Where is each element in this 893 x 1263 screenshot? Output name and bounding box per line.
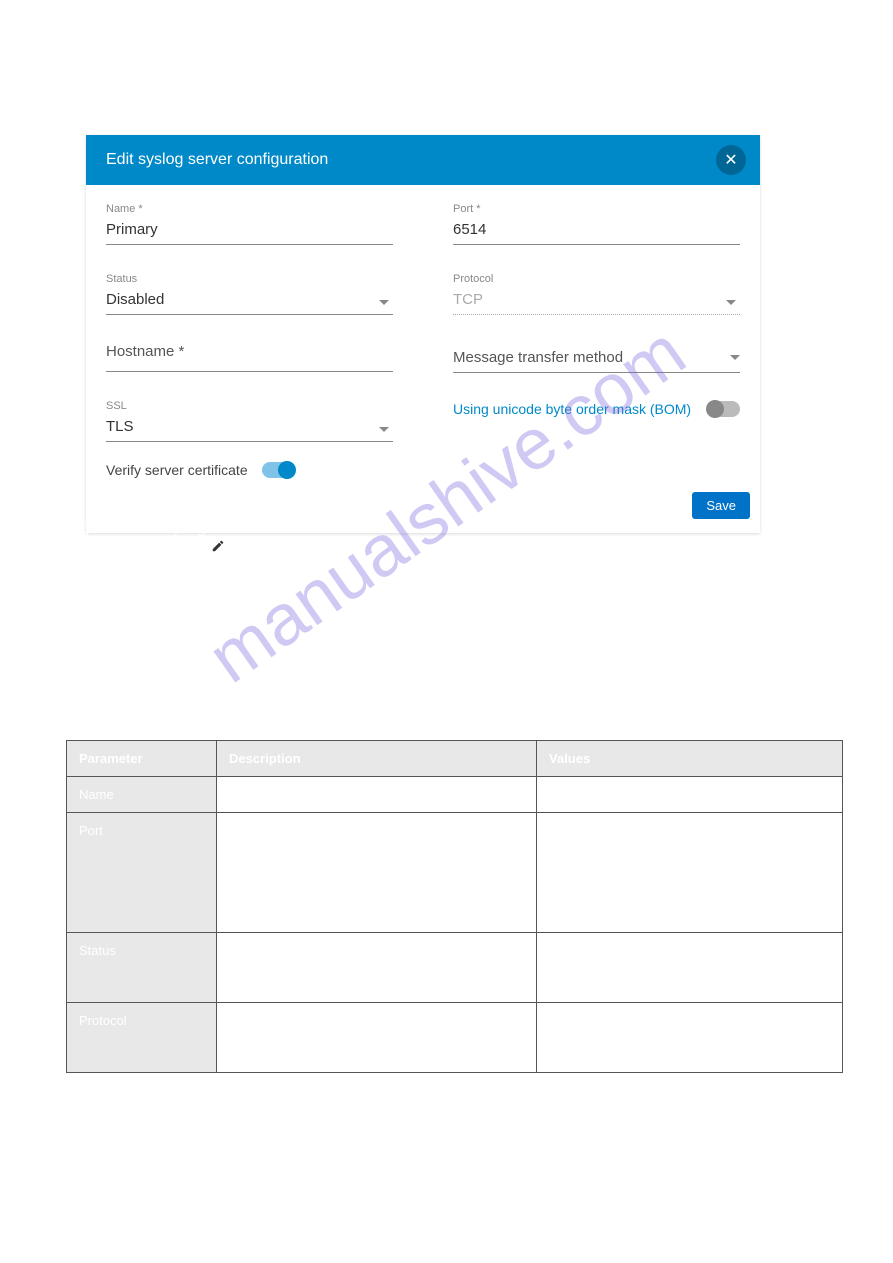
dialog-header: Edit syslog server configuration ✕	[86, 135, 760, 185]
status-label: Status	[106, 273, 393, 285]
edit-syslog-dialog: Edit syslog server configuration ✕ Name …	[86, 135, 760, 533]
instruction-click-save: 5. Click save.	[70, 700, 153, 721]
figure-caption: Figure 3-9 Edit syslog server window	[70, 518, 770, 539]
instruction-step-4: 4. Click save.	[70, 618, 153, 639]
col-parameter: Parameter	[67, 741, 217, 777]
chevron-down-icon	[379, 300, 389, 305]
table-header-row: Parameter Description Values	[67, 741, 843, 777]
name-label: Name *	[106, 203, 393, 215]
table-row: Status Enables or disables the syslog se…	[67, 933, 843, 1003]
cell-desc: Enables or disables the syslog server co…	[217, 933, 537, 1003]
hostname-input[interactable]	[106, 362, 393, 372]
port-label: Port *	[453, 203, 740, 215]
verify-cert-toggle[interactable]	[262, 462, 294, 478]
cell-param: Protocol	[67, 1003, 217, 1073]
pencil-icon	[211, 539, 225, 553]
instruction-step-3: 3. Modify the syslog server configuratio…	[70, 586, 324, 607]
cell-desc: Name of the syslog server.	[217, 777, 537, 813]
step2-suffix: ) icon for the syslog server you want to…	[208, 540, 501, 561]
instruction-step-2: 2. Click the edit ( ) icon for the syslo…	[70, 540, 502, 561]
table-row: Protocol Network protocol for log messag…	[67, 1003, 843, 1073]
cell-val: Enabled Disabled	[537, 933, 843, 1003]
ssl-label: SSL	[106, 400, 393, 412]
verify-cert-label: Verify server certificate	[106, 462, 248, 478]
table-row: Port Port number to use. Default: 6514 f…	[67, 813, 843, 933]
chevron-down-icon	[730, 355, 740, 360]
bom-toggle[interactable]	[708, 401, 740, 417]
save-button[interactable]: Save	[692, 492, 750, 519]
ssl-select[interactable]: TLS	[106, 414, 393, 442]
cell-desc: Port number to use. Default: 6514 for ss…	[217, 813, 537, 933]
page-breadcrumb: Chapter 3. Management console settings	[66, 1231, 286, 1243]
table-row: Name Name of the syslog server.	[67, 777, 843, 813]
cell-param: Port	[67, 813, 217, 933]
cell-desc: Network protocol for log messages.	[217, 1003, 537, 1073]
col-description: Description	[217, 741, 537, 777]
cell-param: Name	[67, 777, 217, 813]
mtm-label: Message transfer method	[453, 349, 623, 366]
cell-param: Status	[67, 933, 217, 1003]
chevron-down-icon	[379, 427, 389, 432]
parameters-table: Parameter Description Values Name Name o…	[66, 740, 843, 1073]
port-input[interactable]: 6514	[453, 217, 740, 245]
table-caption: Table 3-3 Parameters: Edit syslog server…	[70, 680, 406, 701]
close-icon: ✕	[724, 150, 737, 170]
cell-val: 1 to 65535	[537, 813, 843, 933]
cell-val: TCP UDP	[537, 1003, 843, 1073]
close-button[interactable]: ✕	[716, 145, 746, 175]
bom-label: Using unicode byte order mask (BOM)	[453, 401, 691, 417]
protocol-select[interactable]: TCP	[453, 287, 740, 315]
status-select[interactable]: Disabled	[106, 287, 393, 315]
dialog-title: Edit syslog server configuration	[106, 151, 328, 169]
hostname-label: Hostname *	[106, 343, 393, 360]
chevron-down-icon	[726, 300, 736, 305]
message-transfer-select[interactable]: Message transfer method	[453, 343, 740, 373]
cell-val	[537, 777, 843, 813]
name-input[interactable]: Primary	[106, 217, 393, 245]
col-values: Values	[537, 741, 843, 777]
step2-prefix: 2. Click the edit (	[70, 540, 174, 561]
protocol-label: Protocol	[453, 273, 740, 285]
